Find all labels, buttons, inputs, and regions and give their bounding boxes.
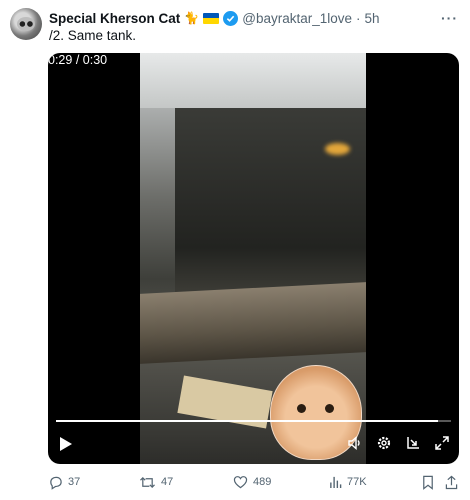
video-player[interactable]: 0:29 / 0:30: [48, 53, 459, 464]
reply-count: 37: [68, 476, 81, 488]
verified-icon[interactable]: [223, 10, 239, 26]
ukraine-flag-icon: [203, 12, 220, 24]
repost-count: 47: [161, 476, 174, 488]
repost-button[interactable]: 47: [139, 472, 173, 492]
current-time: 0:29: [48, 53, 73, 67]
repost-icon: [140, 476, 155, 488]
bookmark-icon: [423, 475, 433, 490]
separator: ·: [356, 10, 361, 26]
post-header: Special Kherson Cat 🐈 @bayraktar_1love ·…: [49, 9, 380, 27]
more-icon[interactable]: ···: [441, 10, 458, 26]
author-name[interactable]: Special Kherson Cat: [49, 11, 180, 26]
cat-emoji: 🐈: [184, 11, 200, 25]
play-icon[interactable]: [56, 434, 76, 454]
post-time[interactable]: 5h: [365, 11, 380, 26]
share-icon: [445, 475, 458, 489]
post-avatar[interactable]: [10, 8, 42, 40]
video-progress-fill: [56, 420, 438, 422]
settings-icon[interactable]: [375, 434, 393, 452]
duration: 0:30: [82, 53, 108, 67]
like-icon: [233, 476, 248, 489]
views-button[interactable]: 77K: [329, 472, 367, 492]
view-count: 77K: [347, 476, 367, 488]
time-separator: /: [72, 53, 83, 67]
bookmark-button[interactable]: [422, 472, 434, 492]
pip-icon[interactable]: [404, 434, 422, 452]
share-button[interactable]: [445, 472, 458, 492]
like-button[interactable]: 489: [233, 472, 271, 492]
volume-icon[interactable]: [346, 434, 364, 452]
author-handle[interactable]: @bayraktar_1love: [242, 11, 352, 26]
post-text: /2. Same tank.: [49, 28, 137, 43]
fullscreen-icon[interactable]: [433, 434, 451, 452]
like-count: 489: [253, 476, 272, 488]
reply-icon: [50, 476, 62, 490]
reply-button[interactable]: 37: [48, 472, 80, 492]
post-actions: 37 47 489 77K: [48, 472, 440, 492]
video-progress-bar[interactable]: [56, 420, 451, 422]
views-icon: [330, 476, 342, 489]
